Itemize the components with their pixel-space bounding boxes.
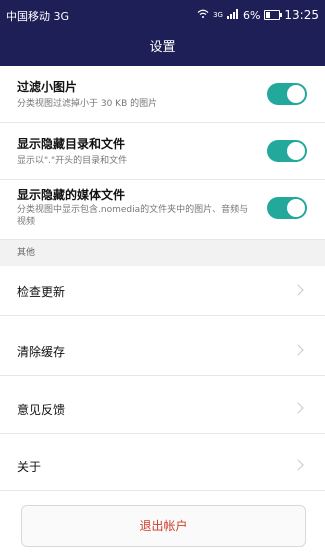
menu-item-clear-cache[interactable]: 清除缓存 bbox=[0, 327, 325, 376]
menu-item-label: 意见反馈 bbox=[17, 403, 66, 417]
menu-item-check-update[interactable]: 检查更新 bbox=[0, 267, 325, 316]
chevron-right-icon bbox=[292, 402, 304, 414]
page-title: 设置 bbox=[0, 30, 325, 66]
menu-item-label: 关于 bbox=[17, 460, 42, 474]
menu-item-label: 检查更新 bbox=[17, 285, 66, 299]
toggle-knob bbox=[287, 199, 305, 217]
status-bar: 中国移动 3G 3G 6% 13:25 bbox=[0, 0, 325, 30]
logout-button[interactable]: 退出帐户 bbox=[21, 505, 306, 547]
chevron-right-icon bbox=[292, 284, 304, 296]
toggle-switch-show-hidden-files[interactable] bbox=[267, 140, 307, 162]
network-type-label: 3G bbox=[213, 11, 223, 19]
menu-item-feedback[interactable]: 意见反馈 bbox=[0, 385, 325, 434]
chevron-right-icon bbox=[292, 459, 304, 471]
chevron-right-icon bbox=[292, 344, 304, 356]
toggle-switch-show-hidden-media[interactable] bbox=[267, 197, 307, 219]
carrier-label: 中国移动 3G bbox=[6, 10, 70, 23]
section-header-other: 其他 bbox=[0, 240, 325, 266]
toggle-knob bbox=[287, 142, 305, 160]
battery-icon bbox=[264, 10, 283, 20]
wifi-icon bbox=[197, 9, 209, 22]
status-icons: 3G 6% 13:25 bbox=[197, 8, 319, 22]
section-label: 其他 bbox=[17, 248, 36, 258]
setting-row-show-hidden-media[interactable]: 显示隐藏的媒体文件 分类视图中显示包含.nomedia的文件夹中的图片、音频与视… bbox=[0, 180, 325, 240]
setting-subtitle: 分类视图过滤掉小于 30 KB 的图片 bbox=[17, 99, 158, 109]
toggle-switch-filter-small-images[interactable] bbox=[267, 83, 307, 105]
setting-row-show-hidden-files[interactable]: 显示隐藏目录和文件 显示以"."开头的目录和文件 bbox=[0, 123, 325, 180]
clock: 13:25 bbox=[284, 8, 319, 22]
menu-item-about[interactable]: 关于 bbox=[0, 442, 325, 491]
setting-title: 显示隐藏目录和文件 bbox=[17, 137, 126, 151]
toggle-knob bbox=[287, 85, 305, 103]
setting-title: 显示隐藏的媒体文件 bbox=[17, 188, 126, 202]
menu-item-label: 清除缓存 bbox=[17, 345, 66, 359]
setting-row-filter-small-images[interactable]: 过滤小图片 分类视图过滤掉小于 30 KB 的图片 bbox=[0, 66, 325, 123]
setting-title: 过滤小图片 bbox=[17, 80, 78, 94]
battery-percent: 6% bbox=[242, 8, 261, 22]
signal-icon bbox=[226, 8, 239, 22]
setting-subtitle: 分类视图中显示包含.nomedia的文件夹中的图片、音频与视频 bbox=[17, 205, 249, 227]
setting-subtitle: 显示以"."开头的目录和文件 bbox=[17, 156, 128, 166]
